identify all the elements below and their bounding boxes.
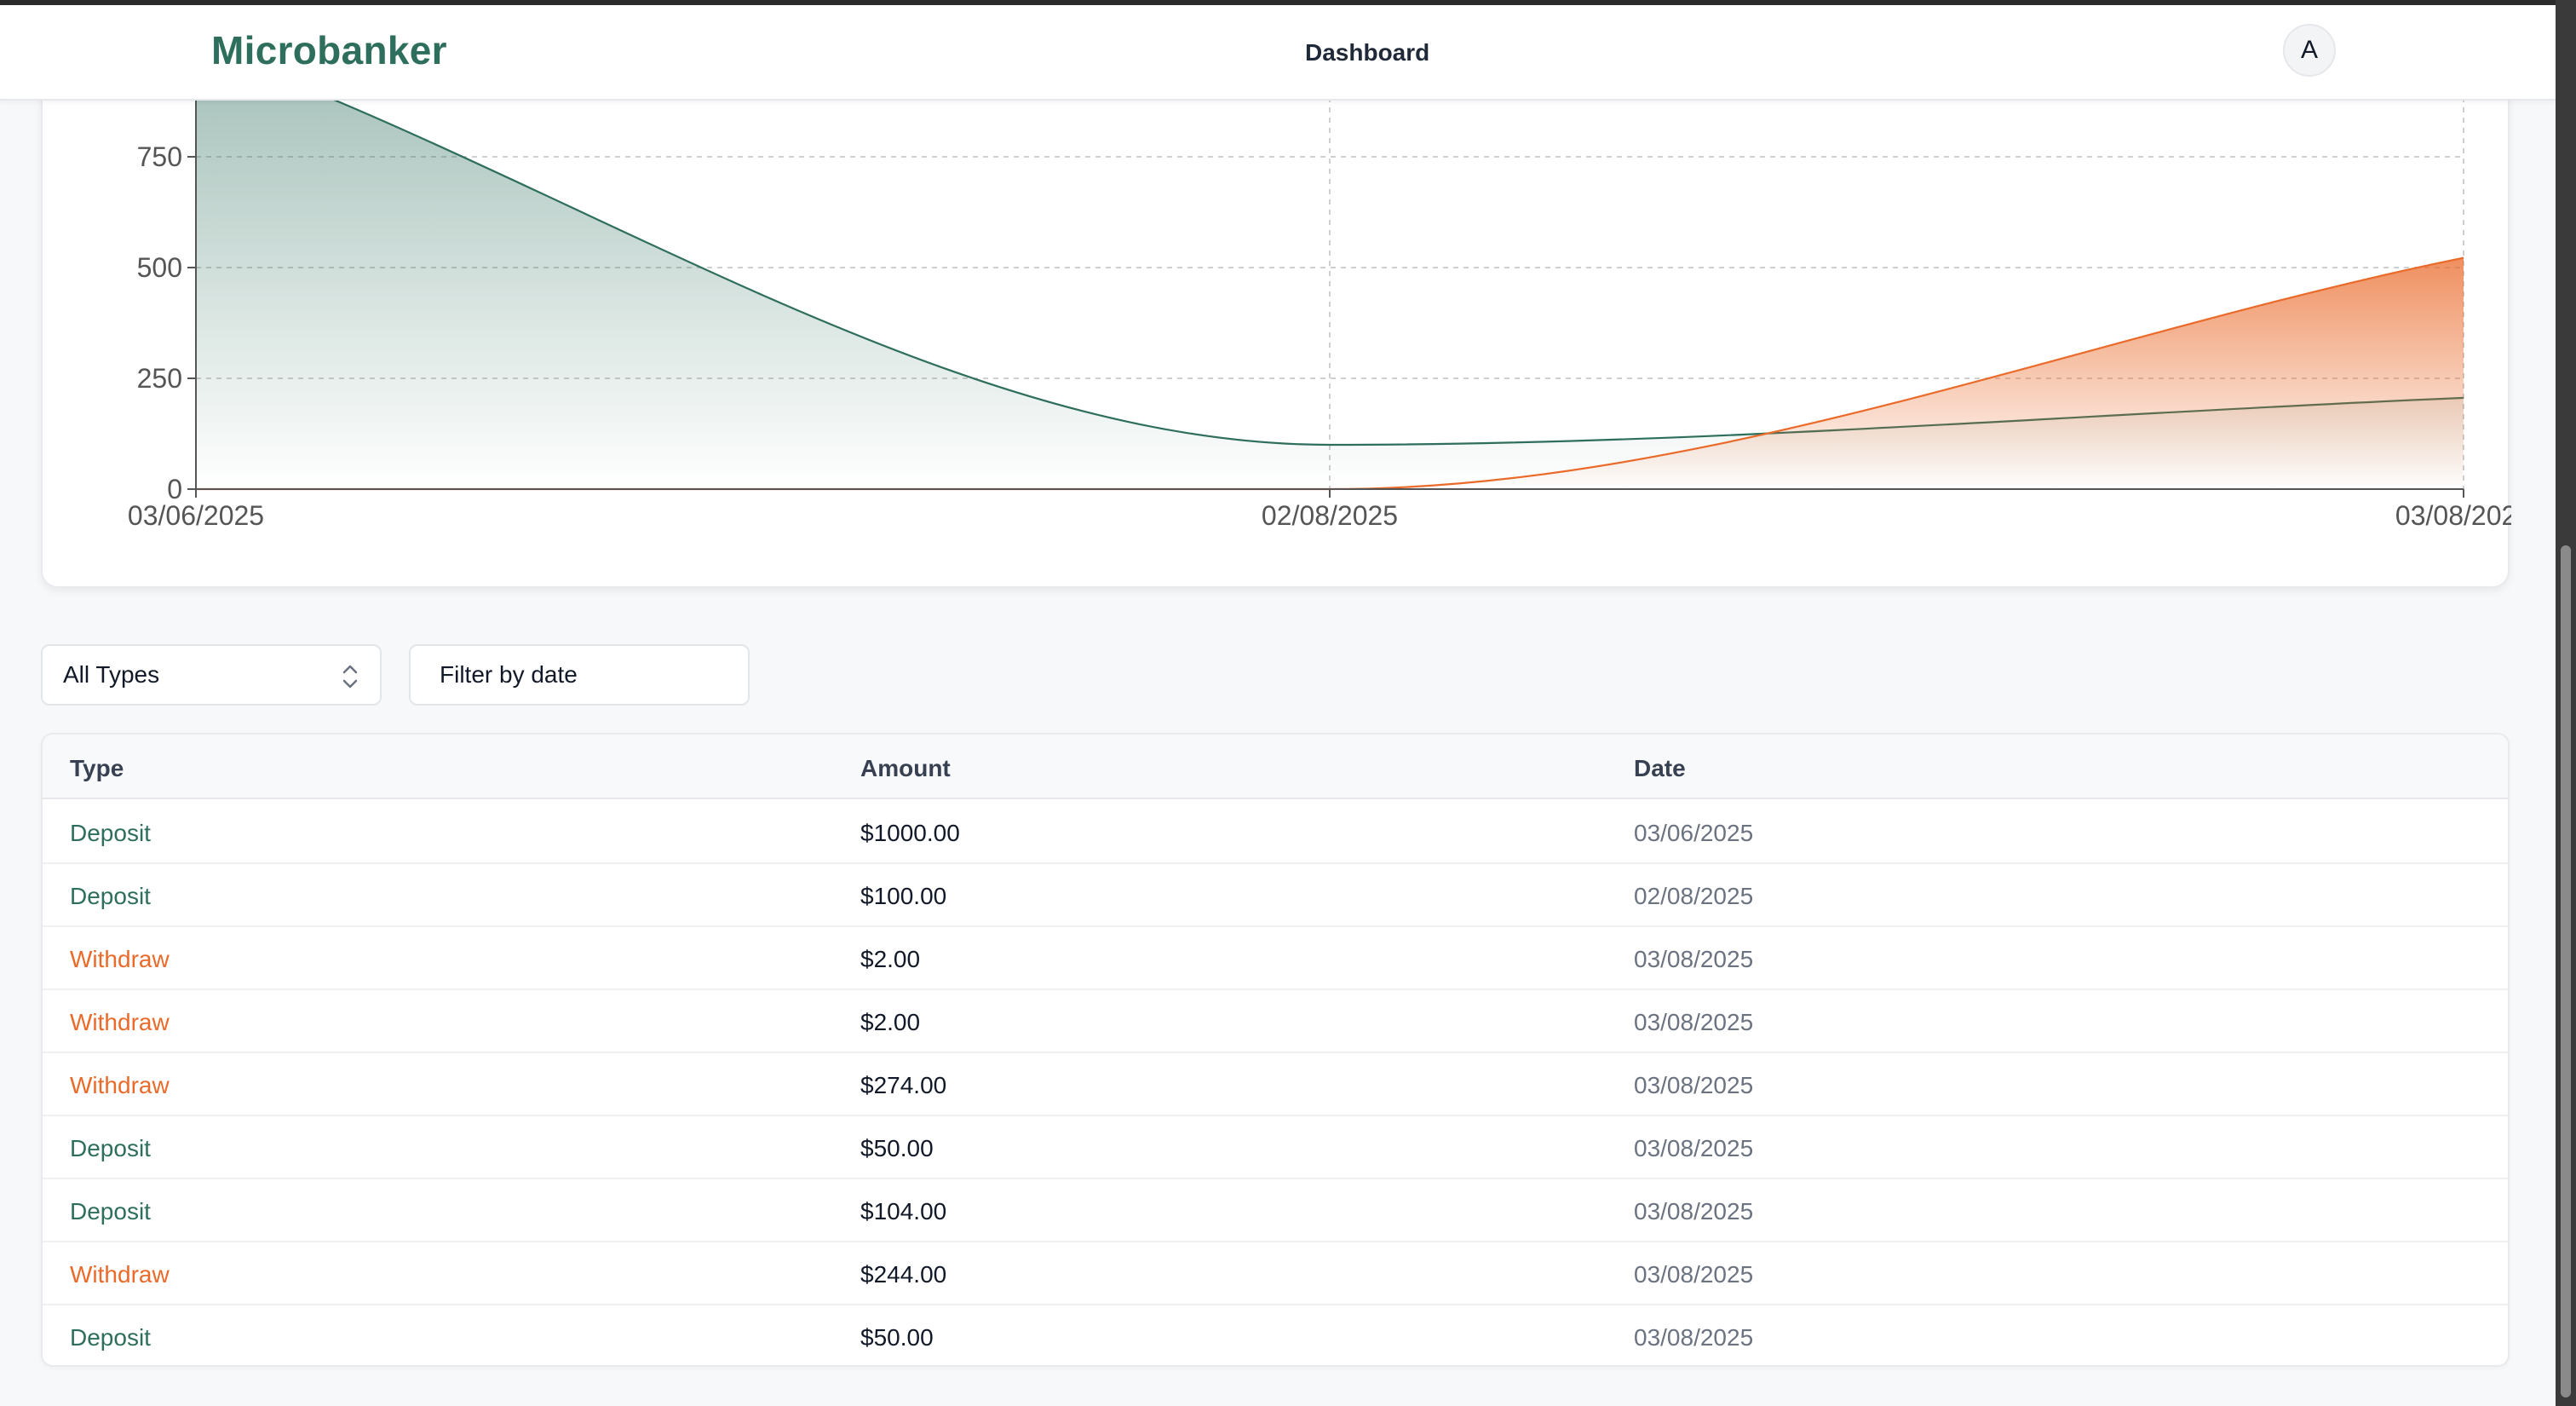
table-row[interactable]: Deposit $50.00 03/08/2025	[43, 1116, 2508, 1179]
cell-type: Withdraw	[70, 946, 170, 972]
cell-date: 02/08/2025	[1634, 883, 1754, 909]
cell-amount: $244.00	[860, 1261, 947, 1288]
column-header-date[interactable]: Date	[1634, 755, 1686, 782]
date-filter-button[interactable]: Filter by date	[409, 644, 750, 706]
cell-amount: $2.00	[860, 1009, 921, 1035]
table-row[interactable]: Deposit $100.00 02/08/2025	[43, 864, 2508, 927]
column-header-type[interactable]: Type	[70, 755, 124, 782]
transactions-table: Type Amount Date Deposit $1000.00 03/06/20…	[41, 733, 2510, 1367]
user-avatar[interactable]: A	[2283, 24, 2336, 77]
table-row[interactable]: Deposit $1000.00 03/06/2025	[43, 801, 2508, 864]
table-row[interactable]: Deposit $104.00 03/08/2025	[43, 1179, 2508, 1242]
table-row[interactable]: Withdraw $2.00 03/08/2025	[43, 990, 2508, 1053]
cell-date: 03/08/2025	[1634, 1261, 1754, 1288]
brand-logo[interactable]: Microbanker	[211, 27, 447, 73]
cell-amount: $50.00	[860, 1324, 934, 1351]
cell-date: 03/08/2025	[1634, 1324, 1754, 1351]
cell-date: 03/08/2025	[1634, 1009, 1754, 1035]
chevron-up-down-icon	[342, 665, 358, 689]
y-tick-label: 250	[137, 363, 182, 394]
cell-type: Deposit	[70, 883, 151, 909]
cell-type: Withdraw	[70, 1009, 170, 1035]
cell-date: 03/08/2025	[1634, 1135, 1754, 1161]
cell-type: Deposit	[70, 1198, 151, 1224]
type-filter-value: All Types	[63, 661, 160, 688]
cell-type: Deposit	[70, 1135, 151, 1161]
cell-amount: $104.00	[860, 1198, 947, 1224]
window-frame-top	[0, 0, 2576, 5]
table-row[interactable]: Withdraw $244.00 03/08/2025	[43, 1242, 2508, 1305]
balance-chart-card: 025050075003/06/202502/08/202503/08/2025	[41, 34, 2511, 588]
cell-date: 03/08/2025	[1634, 946, 1754, 972]
cell-amount: $50.00	[860, 1135, 934, 1161]
nav-dashboard-link[interactable]: Dashboard	[1305, 39, 1429, 66]
date-filter-label: Filter by date	[440, 661, 578, 688]
table-row[interactable]: Deposit $50.00 03/08/2025	[43, 1305, 2508, 1365]
cell-type: Withdraw	[70, 1261, 170, 1288]
x-tick-label: 02/08/2025	[1262, 500, 1398, 531]
table-row[interactable]: Withdraw $274.00 03/08/2025	[43, 1053, 2508, 1116]
cell-date: 03/06/2025	[1634, 820, 1754, 846]
top-navbar: Microbanker Dashboard A	[0, 5, 2556, 101]
y-tick-label: 500	[137, 252, 182, 283]
y-tick-label: 750	[137, 141, 182, 172]
type-filter-select[interactable]: All Types	[41, 644, 382, 706]
cell-date: 03/08/2025	[1634, 1072, 1754, 1098]
cell-amount: $1000.00	[860, 820, 960, 846]
cell-amount: $2.00	[860, 946, 921, 972]
x-tick-label: 03/08/2025	[2395, 500, 2511, 531]
cell-type: Withdraw	[70, 1072, 170, 1098]
column-header-amount[interactable]: Amount	[860, 755, 951, 782]
cell-type: Deposit	[70, 1324, 151, 1351]
cell-type: Deposit	[70, 820, 151, 846]
avatar-initial: A	[2300, 36, 2318, 64]
table-header: Type Amount Date	[43, 735, 2508, 799]
cell-date: 03/08/2025	[1634, 1198, 1754, 1224]
cell-amount: $274.00	[860, 1072, 947, 1098]
table-row[interactable]: Withdraw $2.00 03/08/2025	[43, 927, 2508, 990]
x-tick-label: 03/06/2025	[128, 500, 264, 531]
cell-amount: $100.00	[860, 883, 947, 909]
balance-chart: 025050075003/06/202502/08/202503/08/2025	[128, 36, 2511, 531]
scrollbar-thumb[interactable]	[2561, 545, 2571, 1397]
